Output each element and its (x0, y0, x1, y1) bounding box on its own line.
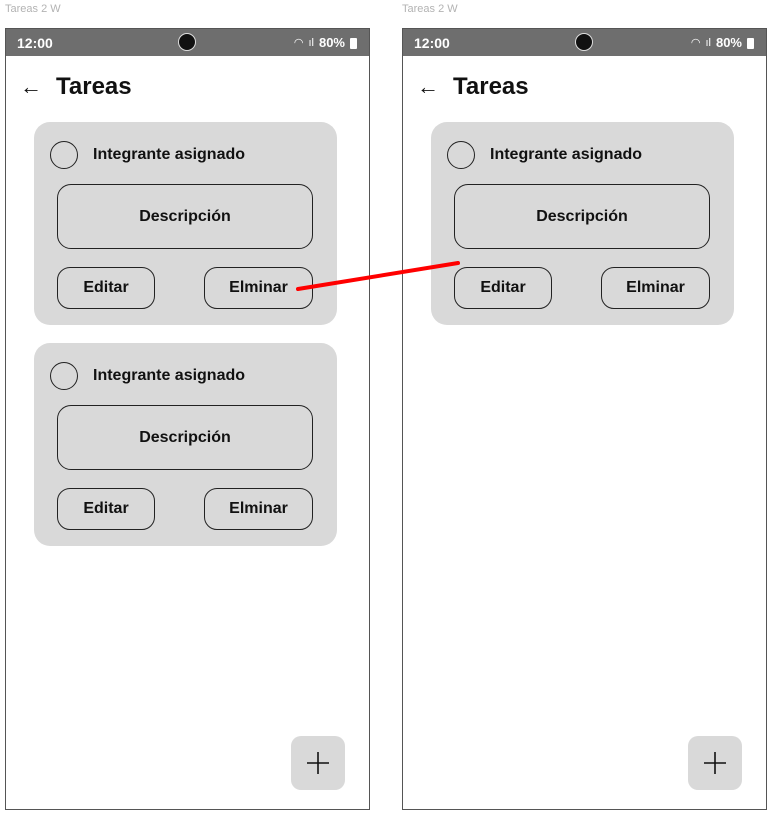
assignee-label: Integrante asignado (93, 146, 246, 163)
delete-button[interactable]: Elminar (204, 267, 313, 309)
signal-icon: ıl (308, 36, 314, 49)
page-title: Tareas (453, 73, 529, 100)
avatar (50, 362, 78, 390)
status-time: 12:00 (414, 35, 450, 51)
status-time: 12:00 (17, 35, 53, 51)
signal-icon: ıl (705, 36, 711, 49)
description-box: Descripción (57, 184, 313, 249)
battery-level: 80% (318, 35, 345, 50)
description-label: Descripción (139, 207, 231, 225)
description-label: Descripción (536, 207, 628, 225)
wifi-icon: ◠ (293, 37, 304, 49)
edit-button[interactable]: Editar (454, 267, 552, 309)
camera-icon (574, 33, 593, 51)
frame-label: Tareas 2 W (402, 3, 458, 15)
battery-icon (747, 38, 754, 49)
task-card: Integrante asignado Descripción Editar E… (431, 122, 734, 325)
camera-icon (177, 33, 196, 51)
phone-frame-1: 12:00 ◠ ıl 80% ← Tareas Integrante asign… (5, 28, 370, 810)
assignee-label: Integrante asignado (490, 146, 643, 163)
wifi-icon: ◠ (690, 37, 701, 49)
task-card: Integrante asignado Descripción Editar E… (34, 343, 337, 546)
arrow-left-icon[interactable]: ← (417, 74, 445, 100)
page-title: Tareas (56, 73, 132, 100)
header: ← Tareas (417, 73, 529, 101)
plus-icon (307, 752, 329, 774)
delete-button[interactable]: Elminar (601, 267, 710, 309)
description-box: Descripción (454, 184, 710, 249)
avatar (447, 141, 475, 169)
description-label: Descripción (139, 428, 231, 446)
edit-button[interactable]: Editar (57, 488, 155, 530)
status-bar: 12:00 ◠ ıl 80% (6, 29, 369, 56)
add-task-button[interactable] (688, 736, 742, 790)
plus-icon (704, 752, 726, 774)
phone-frame-2: 12:00 ◠ ıl 80% ← Tareas Integrante asign… (402, 28, 767, 810)
battery-level: 80% (715, 35, 742, 50)
avatar (50, 141, 78, 169)
delete-button[interactable]: Elminar (204, 488, 313, 530)
header: ← Tareas (20, 73, 132, 101)
status-bar: 12:00 ◠ ıl 80% (403, 29, 766, 56)
edit-button[interactable]: Editar (57, 267, 155, 309)
add-task-button[interactable] (291, 736, 345, 790)
task-card: Integrante asignado Descripción Editar E… (34, 122, 337, 325)
frame-label: Tareas 2 W (5, 3, 61, 15)
assignee-label: Integrante asignado (93, 367, 246, 384)
description-box: Descripción (57, 405, 313, 470)
arrow-left-icon[interactable]: ← (20, 74, 48, 100)
battery-icon (350, 38, 357, 49)
